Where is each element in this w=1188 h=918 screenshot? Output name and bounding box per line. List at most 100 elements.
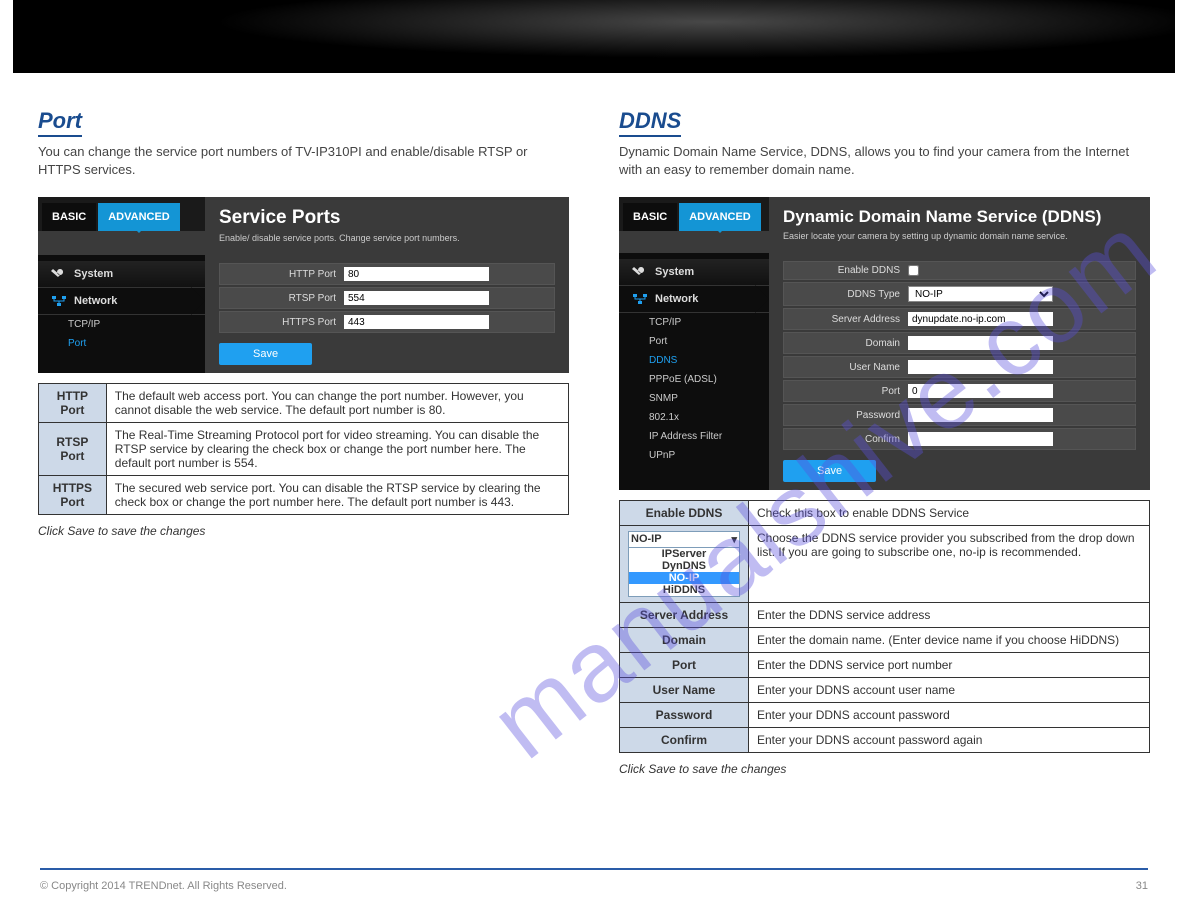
input-server-address[interactable] xyxy=(908,312,1053,326)
tab-advanced[interactable]: ADVANCED xyxy=(98,203,180,231)
page-number: 31 xyxy=(1136,880,1148,892)
row-rtsp-port: RTSP Port xyxy=(219,287,555,309)
sidebar-sub-tcpip-ddns[interactable]: TCP/IP xyxy=(619,313,769,332)
cell-https-body: The secured web service port. You can di… xyxy=(106,476,568,515)
sidebar-sub-ipfilter[interactable]: IP Address Filter xyxy=(619,427,769,446)
sidebar-item-system[interactable]: System xyxy=(38,261,205,288)
left-column: Port You can change the service port num… xyxy=(38,108,569,788)
sidebar-item-network[interactable]: Network xyxy=(38,288,205,315)
right-column: DDNS Dynamic Domain Name Service, DDNS, … xyxy=(619,108,1150,788)
label-https-port: HTTPS Port xyxy=(226,317,336,328)
label-server-address: Server Address xyxy=(790,314,900,325)
sidebar-sub-port[interactable]: Port xyxy=(38,334,205,353)
footer-divider xyxy=(40,868,1148,870)
cell-type-body: Choose the DDNS service provider you sub… xyxy=(749,526,1150,603)
label-domain: Domain xyxy=(790,338,900,349)
input-user-name[interactable] xyxy=(908,360,1053,374)
cell-enable-head: Enable DDNS xyxy=(620,501,749,526)
cell-confirm-head: Confirm xyxy=(620,728,749,753)
row-http-port: HTTP Port xyxy=(219,263,555,285)
sidebar-item-system-ddns[interactable]: System xyxy=(619,259,769,286)
label-password: Password xyxy=(790,410,900,421)
cell-rtsp-head: RTSP Port xyxy=(39,423,107,476)
sidebar-sub-8021x[interactable]: 802.1x xyxy=(619,408,769,427)
port-screenshot: BASIC ADVANCED Service Ports Enable/ dis… xyxy=(38,197,569,373)
save-button-ddns[interactable]: Save xyxy=(783,460,876,482)
save-note-left: Click Save to save the changes xyxy=(38,523,569,540)
input-https-port[interactable] xyxy=(344,315,489,329)
sidebar-item-network-ddns[interactable]: Network xyxy=(619,286,769,313)
network-icon xyxy=(50,294,68,308)
label-http-port: HTTP Port xyxy=(226,269,336,280)
dd-opt-ipserver[interactable]: IPServer xyxy=(629,548,739,560)
dd-opt-hiddns[interactable]: HiDDNS xyxy=(629,584,739,596)
label-ddns-port: Port xyxy=(790,386,900,397)
cell-http-head: HTTP Port xyxy=(39,384,107,423)
sidebar-sub-upnp[interactable]: UPnP xyxy=(619,446,769,465)
sidebar-sub-ddns[interactable]: DDNS xyxy=(619,351,769,370)
ddns-panel-subtitle: Easier locate your camera by setting up … xyxy=(783,231,1136,241)
ddns-heading: DDNS xyxy=(619,108,681,137)
network-icon xyxy=(631,292,649,306)
chevron-down-icon: ▾ xyxy=(731,533,737,546)
label-user-name: User Name xyxy=(790,362,900,373)
cell-pass-head: Password xyxy=(620,703,749,728)
select-ddns-type[interactable]: NO-IP xyxy=(908,286,1053,302)
input-domain[interactable] xyxy=(908,336,1053,350)
label-rtsp-port: RTSP Port xyxy=(226,293,336,304)
input-ddns-port[interactable] xyxy=(908,384,1053,398)
input-rtsp-port[interactable] xyxy=(344,291,489,305)
tool-icon xyxy=(50,267,68,281)
label-enable-ddns: Enable DDNS xyxy=(790,265,900,276)
dd-opt-noip[interactable]: NO-IP xyxy=(629,572,739,584)
header-banner xyxy=(13,0,1175,73)
port-subtext: You can change the service port numbers … xyxy=(38,143,569,179)
cell-type-dropdown: NO-IP▾ IPServer DynDNS NO-IP HiDDNS xyxy=(620,526,749,603)
tab-advanced-ddns[interactable]: ADVANCED xyxy=(679,203,761,231)
cell-confirm-body: Enter your DDNS account password again xyxy=(749,728,1150,753)
sidebar-sub-snmp[interactable]: SNMP xyxy=(619,389,769,408)
ddns-subtext: Dynamic Domain Name Service, DDNS, allow… xyxy=(619,143,1150,179)
sidebar-sub-pppoe[interactable]: PPPoE (ADSL) xyxy=(619,370,769,389)
cell-https-head: HTTPS Port xyxy=(39,476,107,515)
port-table: HTTP Port The default web access port. Y… xyxy=(38,383,569,515)
ddns-screenshot: BASIC ADVANCED Dynamic Domain Name Servi… xyxy=(619,197,1150,490)
sidebar-label-system-ddns: System xyxy=(655,266,694,278)
sidebar-label-network-ddns: Network xyxy=(655,293,698,305)
cell-rtsp-body: The Real-Time Streaming Protocol port fo… xyxy=(106,423,568,476)
save-button[interactable]: Save xyxy=(219,343,312,365)
cell-user-body: Enter your DDNS account user name xyxy=(749,678,1150,703)
sidebar-sub-tcpip[interactable]: TCP/IP xyxy=(38,315,205,334)
tool-icon xyxy=(631,265,649,279)
cell-domain-head: Domain xyxy=(620,628,749,653)
label-ddns-type: DDNS Type xyxy=(790,289,900,300)
cell-domain-body: Enter the domain name. (Enter device nam… xyxy=(749,628,1150,653)
ddns-panel-title: Dynamic Domain Name Service (DDNS) xyxy=(783,207,1136,227)
sidebar-label-network: Network xyxy=(74,295,117,307)
input-http-port[interactable] xyxy=(344,267,489,281)
cell-server-head: Server Address xyxy=(620,603,749,628)
dd-opt-dyndns[interactable]: DynDNS xyxy=(629,560,739,572)
cell-port-body: Enter the DDNS service port number xyxy=(749,653,1150,678)
label-confirm: Confirm xyxy=(790,434,900,445)
sidebar-sub-port-ddns[interactable]: Port xyxy=(619,332,769,351)
cell-pass-body: Enter your DDNS account password xyxy=(749,703,1150,728)
cell-enable-body: Check this box to enable DDNS Service xyxy=(749,501,1150,526)
cell-port-head: Port xyxy=(620,653,749,678)
input-password[interactable] xyxy=(908,408,1053,422)
cell-user-head: User Name xyxy=(620,678,749,703)
panel-subtitle: Enable/ disable service ports. Change se… xyxy=(219,233,555,243)
port-heading: Port xyxy=(38,108,82,137)
ddns-type-dropdown[interactable]: NO-IP▾ IPServer DynDNS NO-IP HiDDNS xyxy=(628,531,740,597)
tab-basic-ddns[interactable]: BASIC xyxy=(623,203,677,231)
ddns-table: Enable DDNS Check this box to enable DDN… xyxy=(619,500,1150,753)
save-note-right: Click Save to save the changes xyxy=(619,761,1150,778)
tab-basic[interactable]: BASIC xyxy=(42,203,96,231)
panel-title: Service Ports xyxy=(219,207,555,229)
row-https-port: HTTPS Port xyxy=(219,311,555,333)
footer-copyright: © Copyright 2014 TRENDnet. All Rights Re… xyxy=(40,880,287,892)
cell-http-body: The default web access port. You can cha… xyxy=(106,384,568,423)
checkbox-enable-ddns[interactable] xyxy=(908,265,919,276)
input-confirm[interactable] xyxy=(908,432,1053,446)
sidebar-label-system: System xyxy=(74,268,113,280)
